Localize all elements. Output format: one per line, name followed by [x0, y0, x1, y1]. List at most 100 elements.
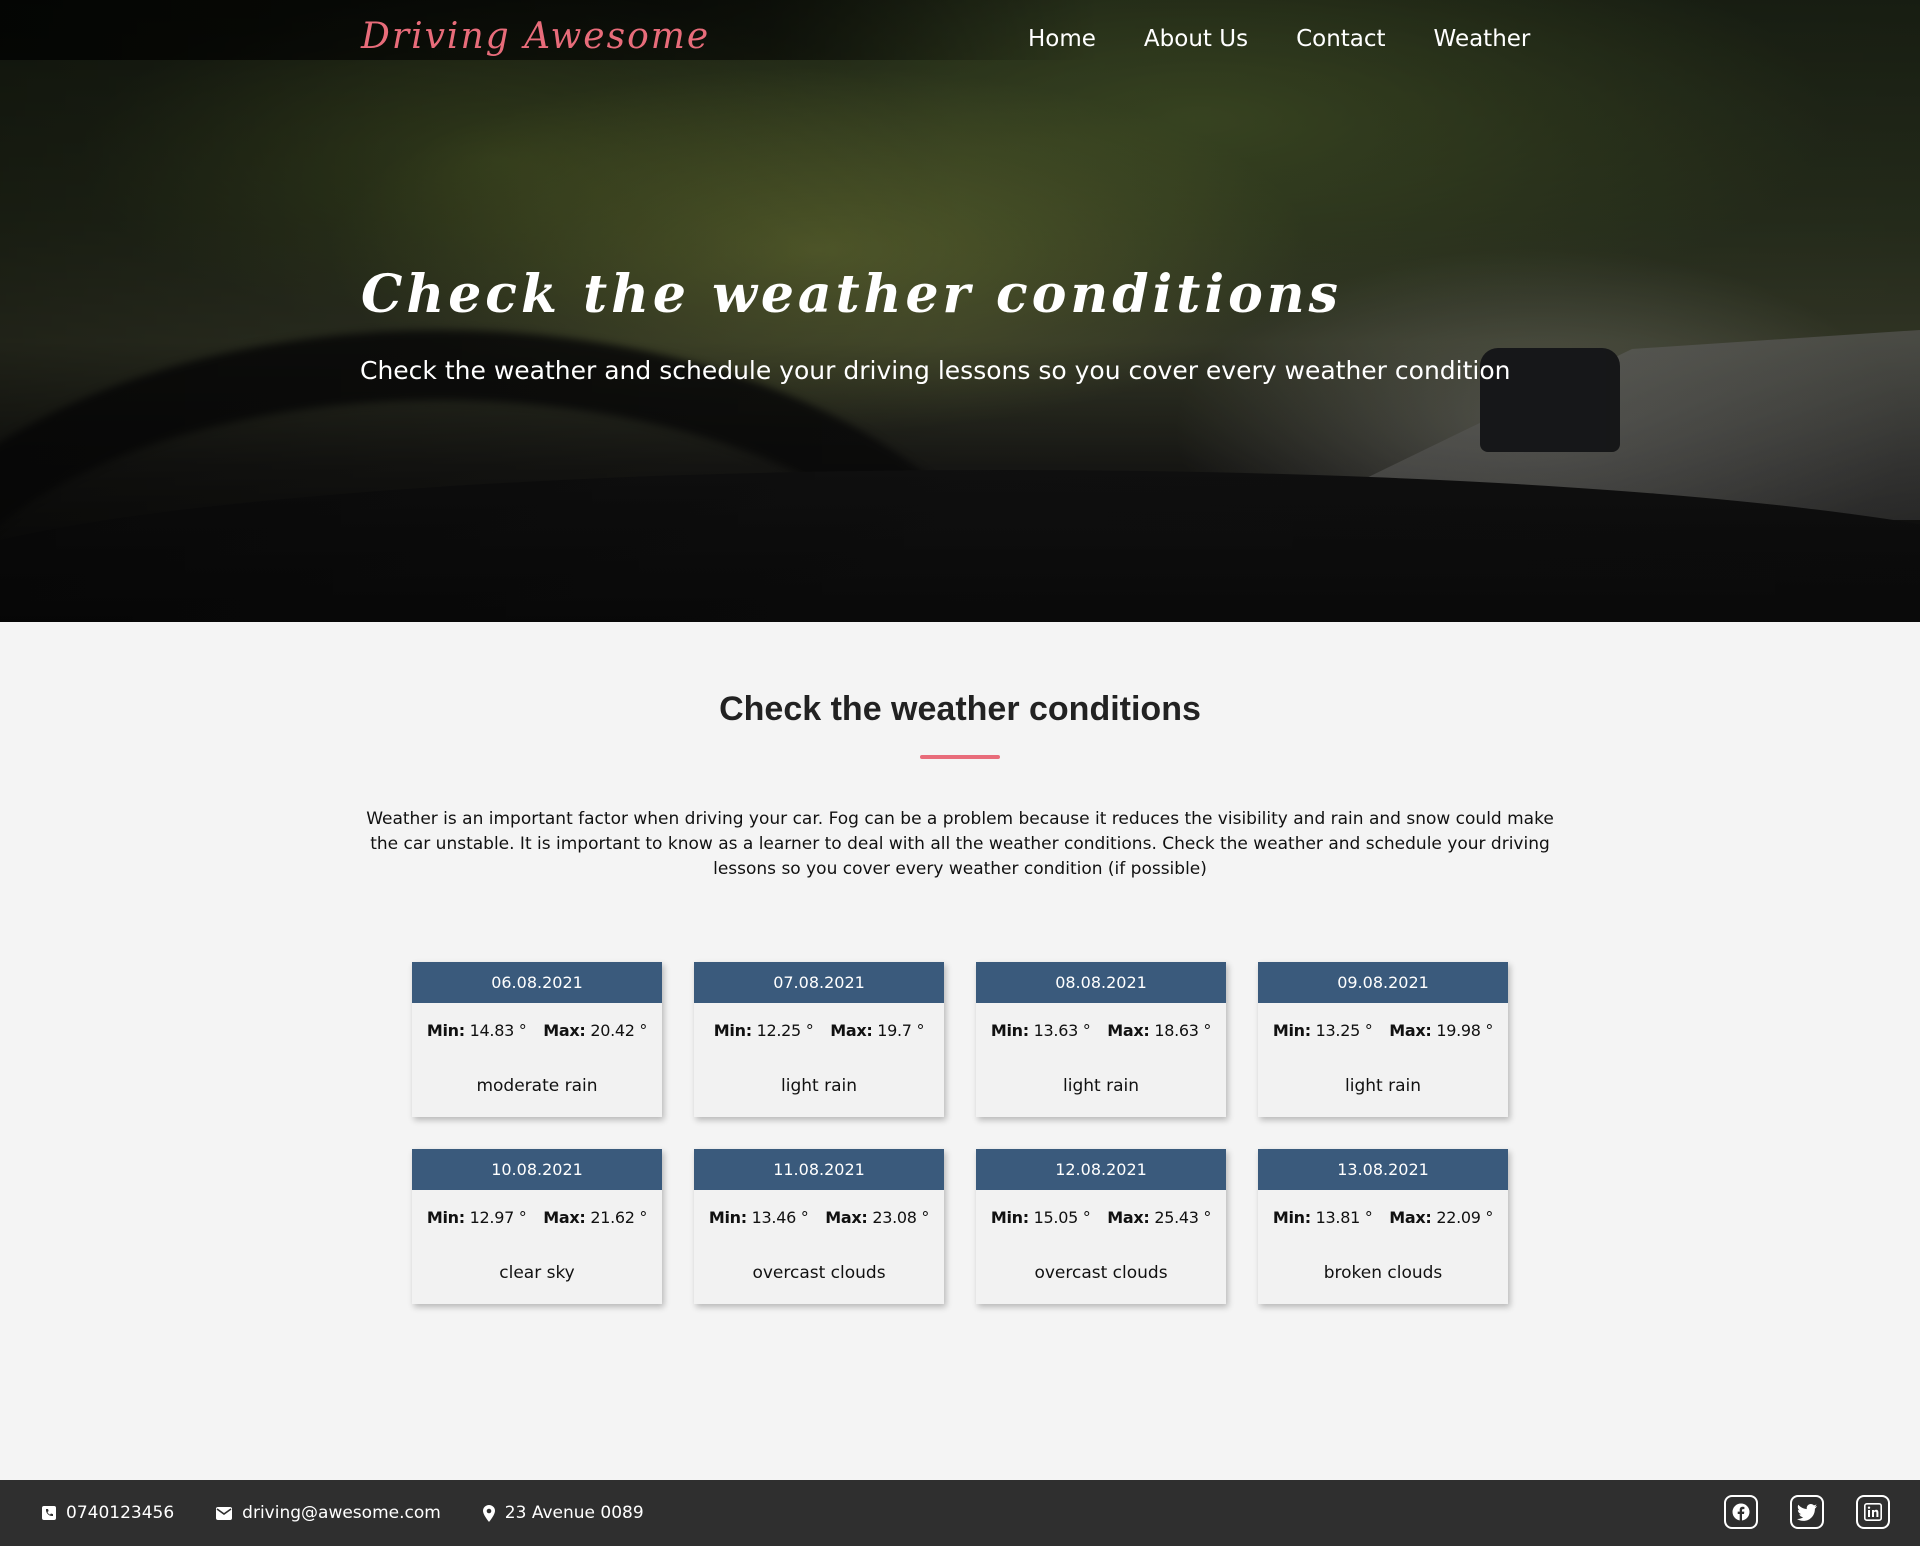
forecast-date: 13.08.2021 [1258, 1149, 1508, 1190]
forecast-description: light rain [781, 1076, 857, 1096]
phone-number: 0740123456 [66, 1503, 175, 1523]
degree-symbol: ° [916, 1021, 925, 1040]
max-value: 22.09 [1436, 1208, 1481, 1227]
forecast-temps: Min: 13.25 ° Max: 19.98 ° [1258, 1021, 1508, 1040]
contact-email[interactable]: driving@awesome.com [216, 1503, 441, 1523]
degree-symbol: ° [805, 1021, 814, 1040]
contact-address[interactable]: 23 Avenue 0089 [482, 1503, 644, 1523]
forecast-grid: 06.08.2021 Min: 14.83 ° Max: 20.42 ° mod… [412, 962, 1510, 1304]
min-value: 13.46 [751, 1208, 797, 1227]
forecast-date: 09.08.2021 [1258, 962, 1508, 1003]
max-label: Max: [830, 1021, 873, 1040]
hero-subtitle: Check the weather and schedule your driv… [360, 356, 1511, 385]
street-address: 23 Avenue 0089 [504, 1503, 644, 1523]
nav-about-us[interactable]: About Us [1144, 26, 1248, 52]
linkedin-icon[interactable] [1856, 1495, 1890, 1529]
phone-icon [42, 1506, 56, 1520]
max-value: 19.7 [877, 1021, 912, 1040]
contact-phone[interactable]: 0740123456 [42, 1503, 174, 1523]
forecast-description: clear sky [499, 1263, 575, 1283]
forecast-description: overcast clouds [1034, 1263, 1168, 1283]
forecast-description: broken clouds [1323, 1263, 1443, 1283]
max-value: 21.62 [590, 1208, 635, 1227]
degree-symbol: ° [800, 1208, 809, 1227]
max-value: 18.63 [1154, 1021, 1199, 1040]
nav-links: Home About Us Contact Weather [1028, 26, 1530, 52]
footer-contacts: 0740123456 driving@awesome.com 23 Avenue… [42, 1480, 644, 1546]
forecast-description: light rain [1345, 1076, 1421, 1096]
section-underline [920, 755, 1000, 759]
forecast-card: 12.08.2021 Min: 15.05 ° Max: 25.43 ° ove… [976, 1149, 1226, 1304]
forecast-date: 08.08.2021 [976, 962, 1226, 1003]
forecast-date: 12.08.2021 [976, 1149, 1226, 1190]
min-label: Min: [1272, 1208, 1311, 1227]
forecast-description: moderate rain [476, 1076, 598, 1096]
facebook-icon[interactable] [1724, 1495, 1758, 1529]
degree-symbol: ° [639, 1208, 648, 1227]
max-value: 20.42 [590, 1021, 635, 1040]
forecast-description: light rain [1063, 1076, 1139, 1096]
min-label: Min: [1272, 1021, 1311, 1040]
top-navigation: Driving Awesome Home About Us Contact We… [0, 0, 1920, 62]
max-label: Max: [1107, 1021, 1150, 1040]
section-intro: Weather is an important factor when driv… [366, 809, 1554, 879]
degree-symbol: ° [1082, 1208, 1091, 1227]
degree-symbol: ° [921, 1208, 930, 1227]
min-label: Min: [713, 1021, 752, 1040]
forecast-description: overcast clouds [752, 1263, 886, 1283]
forecast-card: 11.08.2021 Min: 13.46 ° Max: 23.08 ° ove… [694, 1149, 944, 1304]
min-label: Min: [708, 1208, 747, 1227]
forecast-temps: Min: 13.46 ° Max: 23.08 ° [694, 1208, 944, 1227]
min-value: 15.05 [1033, 1208, 1079, 1227]
degree-symbol: ° [1364, 1208, 1373, 1227]
min-value: 13.63 [1033, 1021, 1079, 1040]
hero-title: Check the weather conditions [361, 264, 1342, 325]
forecast-temps: Min: 12.25 ° Max: 19.7 ° [694, 1021, 944, 1040]
max-label: Max: [825, 1208, 868, 1227]
forecast-temps: Min: 14.83 ° Max: 20.42 ° [412, 1021, 662, 1040]
min-label: Min: [426, 1208, 465, 1227]
min-label: Min: [990, 1021, 1029, 1040]
forecast-temps: Min: 15.05 ° Max: 25.43 ° [976, 1208, 1226, 1227]
forecast-temps: Min: 13.81 ° Max: 22.09 ° [1258, 1208, 1508, 1227]
forecast-card: 09.08.2021 Min: 13.25 ° Max: 19.98 ° lig… [1258, 962, 1508, 1117]
degree-symbol: ° [1485, 1021, 1494, 1040]
max-label: Max: [543, 1021, 586, 1040]
degree-symbol: ° [518, 1021, 527, 1040]
degree-symbol: ° [639, 1021, 648, 1040]
footer: 0740123456 driving@awesome.com 23 Avenue… [0, 1480, 1920, 1546]
min-value: 12.97 [469, 1208, 515, 1227]
max-label: Max: [1389, 1021, 1432, 1040]
min-value: 13.25 [1315, 1021, 1361, 1040]
min-value: 12.25 [756, 1021, 802, 1040]
hero-banner: Driving Awesome Home About Us Contact We… [0, 0, 1920, 622]
forecast-temps: Min: 12.97 ° Max: 21.62 ° [412, 1208, 662, 1227]
nav-home[interactable]: Home [1028, 26, 1096, 52]
degree-symbol: ° [518, 1208, 527, 1227]
forecast-card: 08.08.2021 Min: 13.63 ° Max: 18.63 ° lig… [976, 962, 1226, 1117]
min-value: 13.81 [1315, 1208, 1361, 1227]
twitter-icon[interactable] [1790, 1495, 1824, 1529]
forecast-date: 07.08.2021 [694, 962, 944, 1003]
max-label: Max: [1389, 1208, 1432, 1227]
forecast-temps: Min: 13.63 ° Max: 18.63 ° [976, 1021, 1226, 1040]
envelope-icon [216, 1506, 233, 1520]
degree-symbol: ° [1485, 1208, 1494, 1227]
forecast-card: 06.08.2021 Min: 14.83 ° Max: 20.42 ° mod… [412, 962, 662, 1117]
degree-symbol: ° [1364, 1021, 1373, 1040]
forecast-date: 11.08.2021 [694, 1149, 944, 1190]
map-pin-icon [482, 1504, 495, 1522]
nav-contact[interactable]: Contact [1296, 26, 1385, 52]
max-value: 19.98 [1436, 1021, 1481, 1040]
nav-weather[interactable]: Weather [1434, 26, 1531, 52]
min-label: Min: [990, 1208, 1029, 1227]
max-value: 25.43 [1154, 1208, 1199, 1227]
degree-symbol: ° [1203, 1208, 1212, 1227]
forecast-card: 07.08.2021 Min: 12.25 ° Max: 19.7 ° ligh… [694, 962, 944, 1117]
min-value: 14.83 [469, 1021, 515, 1040]
section-title: Check the weather conditions [719, 690, 1201, 728]
degree-symbol: ° [1082, 1021, 1091, 1040]
max-label: Max: [1107, 1208, 1150, 1227]
min-label: Min: [426, 1021, 465, 1040]
brand-logo[interactable]: Driving Awesome [361, 16, 710, 57]
